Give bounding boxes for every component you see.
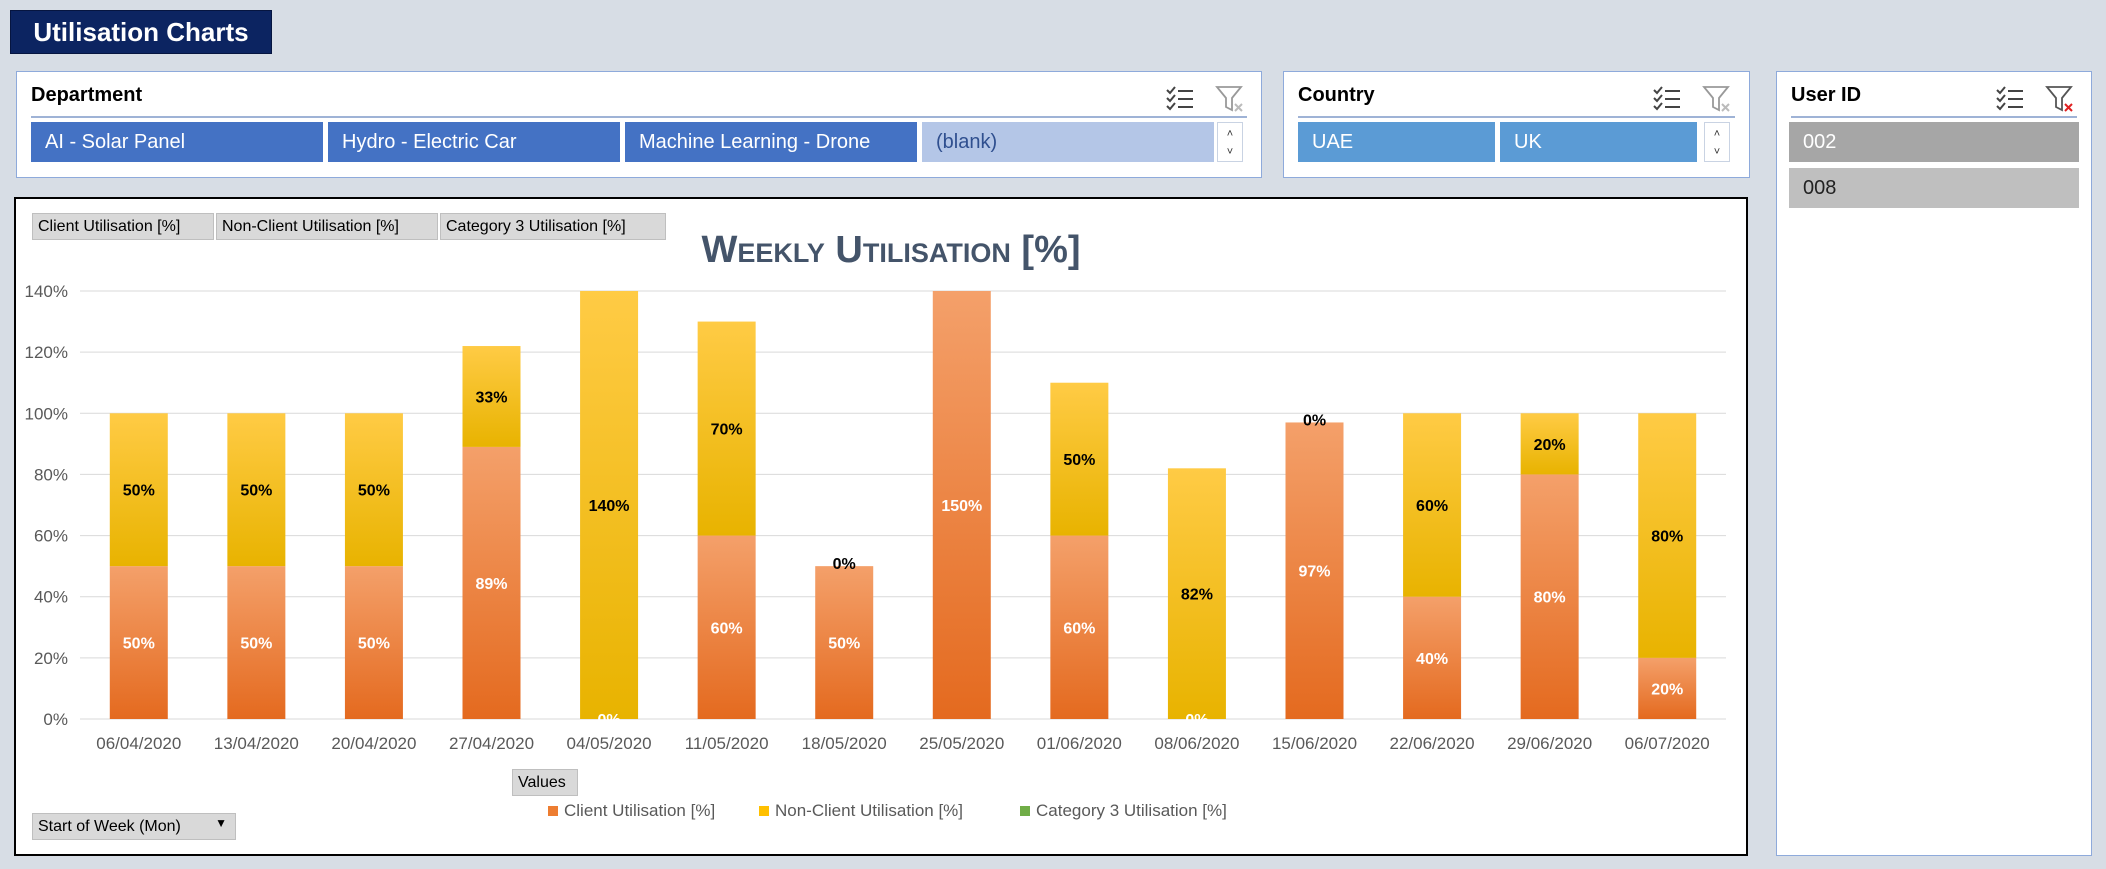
legend-swatch [1020,806,1030,816]
data-label-client: 50% [240,636,272,653]
data-label-non-client: 50% [123,483,155,500]
y-tick-label: 60% [34,527,68,546]
chart-panel: Client Utilisation [%] Non-Client Utilis… [14,197,1748,856]
data-label-client: 60% [711,620,743,637]
clear-filter-icon[interactable] [1702,84,1732,114]
data-label-non-client: 0% [1303,412,1326,429]
chart-svg: Weekly Utilisation [%] 0% 20% 40% 60% 80% 100… [25,229,1726,820]
multi-select-icon[interactable] [1165,84,1195,114]
chart-title: Weekly Utilisation [%] [701,229,1080,271]
data-label-non-client: 140% [589,498,630,515]
data-label-client: 40% [1416,651,1448,668]
legend-label: Non-Client Utilisation [%] [775,801,963,820]
data-label-client: 97% [1298,564,1330,581]
department-scrollbar[interactable]: ˄ ˅ [1217,122,1243,162]
legend-label: Client Utilisation [%] [564,801,715,820]
user-id-slicer-header: User ID [1791,84,1862,106]
data-label-non-client: 50% [240,483,272,500]
x-tick-label: 13/04/2020 [214,734,299,753]
page-title: Utilisation Charts [10,10,272,54]
country-scrollbar[interactable]: ˄ ˅ [1704,122,1730,162]
y-tick-label: 40% [34,588,68,607]
x-tick-label: 06/07/2020 [1625,734,1710,753]
x-tick-label: 01/06/2020 [1037,734,1122,753]
department-item-machine-learning-drone[interactable]: Machine Learning - Drone [625,122,917,162]
department-slicer: Department AI - Solar Panel Hydro - Elec… [16,71,1262,178]
scroll-down-icon[interactable]: ˅ [1705,145,1729,159]
x-tick-label: 04/05/2020 [567,734,652,753]
x-tick-label: 08/06/2020 [1154,734,1239,753]
data-label-client: 50% [123,636,155,653]
data-label-non-client: 70% [711,422,743,439]
user-id-item-008[interactable]: 008 [1789,168,2079,208]
clear-filter-icon[interactable] [1215,84,1245,114]
data-label-non-client: 20% [1534,437,1566,454]
data-label-client: 150% [941,498,982,515]
y-tick-label: 120% [25,343,68,362]
department-item-ai-solar-panel[interactable]: AI - Solar Panel [31,122,323,162]
legend-swatch [759,806,769,816]
x-tick-label: 18/05/2020 [802,734,887,753]
data-label-client: 60% [1063,620,1095,637]
x-tick-label: 22/06/2020 [1390,734,1475,753]
data-label-non-client: 80% [1651,529,1683,546]
data-label-client: 20% [1651,681,1683,698]
x-tick-label: 27/04/2020 [449,734,534,753]
legend-swatch [548,806,558,816]
slicer-divider [31,116,1247,118]
multi-select-icon[interactable] [1995,84,2025,114]
data-label-client: 50% [828,636,860,653]
user-id-slicer: User ID 002 008 [1776,71,2092,856]
data-label-non-client: 82% [1181,587,1213,604]
slicer-divider [1791,116,2077,118]
department-item-hydro-electric-car[interactable]: Hydro - Electric Car [328,122,620,162]
x-tick-label: 15/06/2020 [1272,734,1357,753]
y-tick-label: 80% [34,465,68,484]
data-label-client: 0% [598,712,621,729]
scroll-down-icon[interactable]: ˅ [1218,145,1242,159]
x-tick-label: 06/04/2020 [96,734,181,753]
country-slicer-header: Country [1298,84,1375,106]
scroll-up-icon[interactable]: ˄ [1218,127,1242,141]
data-label-non-client: 0% [833,556,856,573]
y-tick-label: 100% [25,404,68,423]
country-item-uk[interactable]: UK [1500,122,1697,162]
x-tick-label: 25/05/2020 [919,734,1004,753]
data-label-non-client: 33% [475,389,507,406]
y-tick-label: 20% [34,649,68,668]
y-tick-label: 0% [43,710,68,729]
data-label-non-client: 60% [1416,498,1448,515]
x-tick-label: 11/05/2020 [685,734,769,753]
country-slicer: Country UAE UK ˄ ˅ [1283,71,1750,178]
data-label-client: 89% [475,576,507,593]
department-item-blank[interactable]: (blank) [922,122,1214,162]
y-tick-label: 140% [25,282,68,301]
data-label-client: 80% [1534,590,1566,607]
user-id-item-002[interactable]: 002 [1789,122,2079,162]
data-label-client: 0% [1185,712,1208,729]
scroll-up-icon[interactable]: ˄ [1705,127,1729,141]
multi-select-icon[interactable] [1652,84,1682,114]
data-label-non-client: 50% [358,483,390,500]
data-label-client: 50% [358,636,390,653]
legend-label: Category 3 Utilisation [%] [1036,801,1227,820]
slicer-divider [1298,116,1735,118]
department-slicer-header: Department [31,84,143,106]
data-label-non-client: 50% [1063,452,1095,469]
x-tick-label: 20/04/2020 [331,734,416,753]
country-item-uae[interactable]: UAE [1298,122,1495,162]
x-tick-label: 29/06/2020 [1507,734,1592,753]
clear-filter-icon[interactable] [2045,84,2075,114]
